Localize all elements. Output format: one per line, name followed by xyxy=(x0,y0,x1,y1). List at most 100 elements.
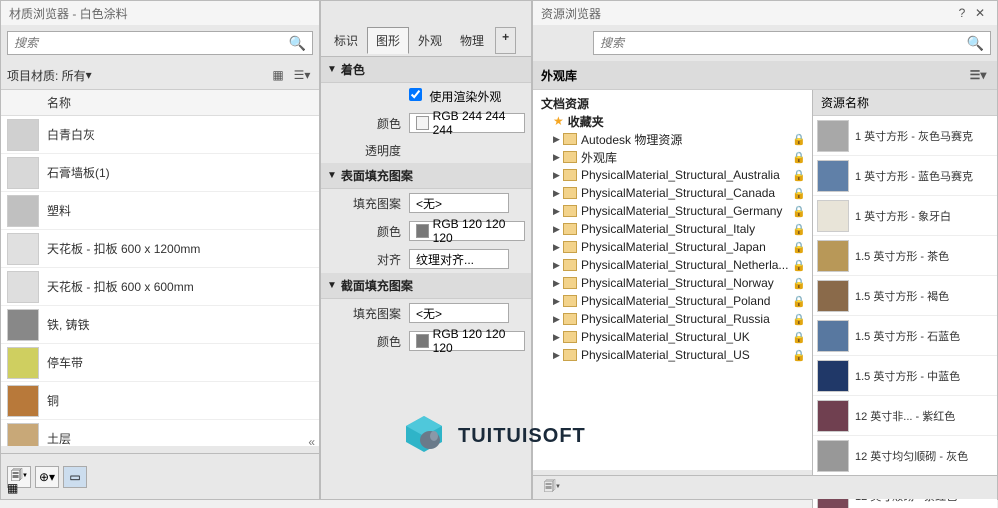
use-render-checkbox[interactable] xyxy=(409,88,422,101)
chevron-right-icon: ▶ xyxy=(553,224,563,235)
asset-name: 12 英寸均匀顺砌 - 灰色 xyxy=(855,448,968,464)
tab-标识[interactable]: 标识 xyxy=(325,27,367,54)
tree-folder[interactable]: ▶PhysicalMaterial_Structural_Netherla...… xyxy=(537,256,808,274)
section-header[interactable]: ▼表面填充图案 xyxy=(321,163,531,189)
right-search-input[interactable] xyxy=(600,36,967,50)
asset-thumb xyxy=(817,440,849,472)
tab-物理[interactable]: 物理 xyxy=(451,27,493,54)
material-thumb xyxy=(7,271,39,303)
checkbox-label[interactable]: 使用渲染外观 xyxy=(409,90,501,104)
lock-icon: 🔒 xyxy=(792,349,806,362)
folder-icon xyxy=(563,223,577,235)
tree-folder[interactable]: ▶PhysicalMaterial_Structural_US🔒 xyxy=(537,346,808,364)
tree-favorites[interactable]: ★收藏夹 xyxy=(537,112,808,130)
right-search-row: 🔍 xyxy=(533,25,997,61)
tree-folder[interactable]: ▶PhysicalMaterial_Structural_Russia🔒 xyxy=(537,310,808,328)
right-split: 文档资源★收藏夹▶Autodesk 物理资源🔒▶外观库🔒▶PhysicalMat… xyxy=(533,90,997,508)
tree-folder[interactable]: ▶PhysicalMaterial_Structural_Australia🔒 xyxy=(537,166,808,184)
tab-外观[interactable]: 外观 xyxy=(409,27,451,54)
folder-name: PhysicalMaterial_Structural_Australia xyxy=(581,168,792,182)
asset-list[interactable]: 1 英寸方形 - 灰色马赛克1 英寸方形 - 蓝色马赛克1 英寸方形 - 象牙白… xyxy=(813,116,997,508)
grid-layout-icon[interactable]: ▦ xyxy=(7,481,18,495)
name-column-header[interactable]: 名称 xyxy=(47,94,71,111)
left-search-input[interactable] xyxy=(14,36,289,50)
material-name: 铜 xyxy=(47,392,59,409)
help-button[interactable]: ? xyxy=(953,6,971,20)
asset-item[interactable]: 1.5 英寸方形 - 茶色 xyxy=(813,236,997,276)
asset-name: 1.5 英寸方形 - 中蓝色 xyxy=(855,368,960,384)
chevron-down-icon: ▼ xyxy=(327,280,337,291)
tab-图形[interactable]: 图形 xyxy=(367,27,409,54)
material-item[interactable]: 铜 xyxy=(1,382,319,420)
library-dropdown-icon[interactable]: 🗐▾ xyxy=(541,478,563,498)
tree-root[interactable]: 文档资源 xyxy=(537,94,808,112)
color-chip[interactable]: RGB 120 120 120 xyxy=(409,331,525,351)
tree-folder[interactable]: ▶PhysicalMaterial_Structural_UK🔒 xyxy=(537,328,808,346)
collapse-icon[interactable]: « xyxy=(308,435,315,449)
tree-folder[interactable]: ▶PhysicalMaterial_Structural_Canada🔒 xyxy=(537,184,808,202)
value-chip[interactable]: <无> xyxy=(409,303,509,323)
property-label: 填充图案 xyxy=(327,195,409,212)
add-material-icon[interactable]: ⊕▾ xyxy=(35,466,59,488)
asset-thumb xyxy=(817,360,849,392)
tree-folder[interactable]: ▶PhysicalMaterial_Structural_Italy🔒 xyxy=(537,220,808,238)
asset-item[interactable]: 1 英寸方形 - 蓝色马赛克 xyxy=(813,156,997,196)
tree-folder[interactable]: ▶PhysicalMaterial_Structural_Germany🔒 xyxy=(537,202,808,220)
lock-icon: 🔒 xyxy=(792,133,806,146)
chip-value: 纹理对齐... xyxy=(416,251,474,268)
asset-item[interactable]: 12 英寸均匀顺砌 - 灰色 xyxy=(813,436,997,476)
material-thumb xyxy=(7,385,39,417)
tree-folder[interactable]: ▶Autodesk 物理资源🔒 xyxy=(537,130,808,148)
right-titlebar: 资源浏览器 ? ✕ xyxy=(533,1,997,25)
folder-name: PhysicalMaterial_Structural_US xyxy=(581,348,792,362)
value-chip[interactable]: 纹理对齐... xyxy=(409,249,509,269)
close-button[interactable]: ✕ xyxy=(971,6,989,20)
material-item[interactable]: 天花板 - 扣板 600 x 1200mm xyxy=(1,230,319,268)
view-list-icon[interactable]: ☰▾ xyxy=(967,65,989,85)
color-value: RGB 120 120 120 xyxy=(433,327,518,355)
property-label: 颜色 xyxy=(327,223,409,240)
chevron-right-icon: ▶ xyxy=(553,206,563,217)
asset-item[interactable]: 1.5 英寸方形 - 褐色 xyxy=(813,276,997,316)
material-item[interactable]: 停车带 xyxy=(1,344,319,382)
property-label: 透明度 xyxy=(327,142,409,159)
right-search-box[interactable]: 🔍 xyxy=(593,31,991,55)
folder-name: PhysicalMaterial_Structural_Netherla... xyxy=(581,258,792,272)
open-panel-icon[interactable]: ▭ xyxy=(63,466,87,488)
filter-dropdown-icon[interactable]: ▾ xyxy=(86,68,92,82)
section-header[interactable]: ▼着色 xyxy=(321,57,531,83)
tree-folder[interactable]: ▶PhysicalMaterial_Structural_Poland🔒 xyxy=(537,292,808,310)
color-chip[interactable]: RGB 120 120 120 xyxy=(409,221,525,241)
section-header[interactable]: ▼截面填充图案 xyxy=(321,273,531,299)
chip-value: <无> xyxy=(416,195,442,212)
material-list[interactable]: 白青白灰石膏墙板(1)塑料天花板 - 扣板 600 x 1200mm天花板 - … xyxy=(1,116,319,446)
asset-name-header[interactable]: 资源名称 xyxy=(821,94,869,111)
tree-folder[interactable]: ▶PhysicalMaterial_Structural_Norway🔒 xyxy=(537,274,808,292)
library-title: 外观库 xyxy=(541,67,577,84)
material-thumb xyxy=(7,157,39,189)
asset-item[interactable]: 1.5 英寸方形 - 石蓝色 xyxy=(813,316,997,356)
material-item[interactable]: 石膏墙板(1) xyxy=(1,154,319,192)
asset-item[interactable]: 1 英寸方形 - 灰色马赛克 xyxy=(813,116,997,156)
asset-item[interactable]: 12 英寸非... - 紫红色 xyxy=(813,396,997,436)
asset-thumb xyxy=(817,240,849,272)
tree-folder[interactable]: ▶PhysicalMaterial_Structural_Japan🔒 xyxy=(537,238,808,256)
asset-item[interactable]: 1 英寸方形 - 象牙白 xyxy=(813,196,997,236)
asset-item[interactable]: 1.5 英寸方形 - 中蓝色 xyxy=(813,356,997,396)
color-chip[interactable]: RGB 244 244 244 xyxy=(409,113,525,133)
view-list-icon[interactable]: ☰▾ xyxy=(291,65,313,85)
left-filter-row: 项目材质: 所有 ▾ ▦ ☰▾ xyxy=(1,61,319,90)
tree-folder[interactable]: ▶外观库🔒 xyxy=(537,148,808,166)
material-thumb xyxy=(7,195,39,227)
value-chip[interactable]: <无> xyxy=(409,193,509,213)
left-search-box[interactable]: 🔍 xyxy=(7,31,313,55)
material-item[interactable]: 天花板 - 扣板 600 x 600mm xyxy=(1,268,319,306)
material-item[interactable]: 塑料 xyxy=(1,192,319,230)
material-item[interactable]: 白青白灰 xyxy=(1,116,319,154)
favorites-label: 收藏夹 xyxy=(568,113,806,130)
chip-value: <无> xyxy=(416,305,442,322)
material-item[interactable]: 铁, 铸铁 xyxy=(1,306,319,344)
material-item[interactable]: 土层 xyxy=(1,420,319,446)
view-grid-icon[interactable]: ▦ xyxy=(267,65,289,85)
add-tab-button[interactable]: + xyxy=(495,27,516,54)
